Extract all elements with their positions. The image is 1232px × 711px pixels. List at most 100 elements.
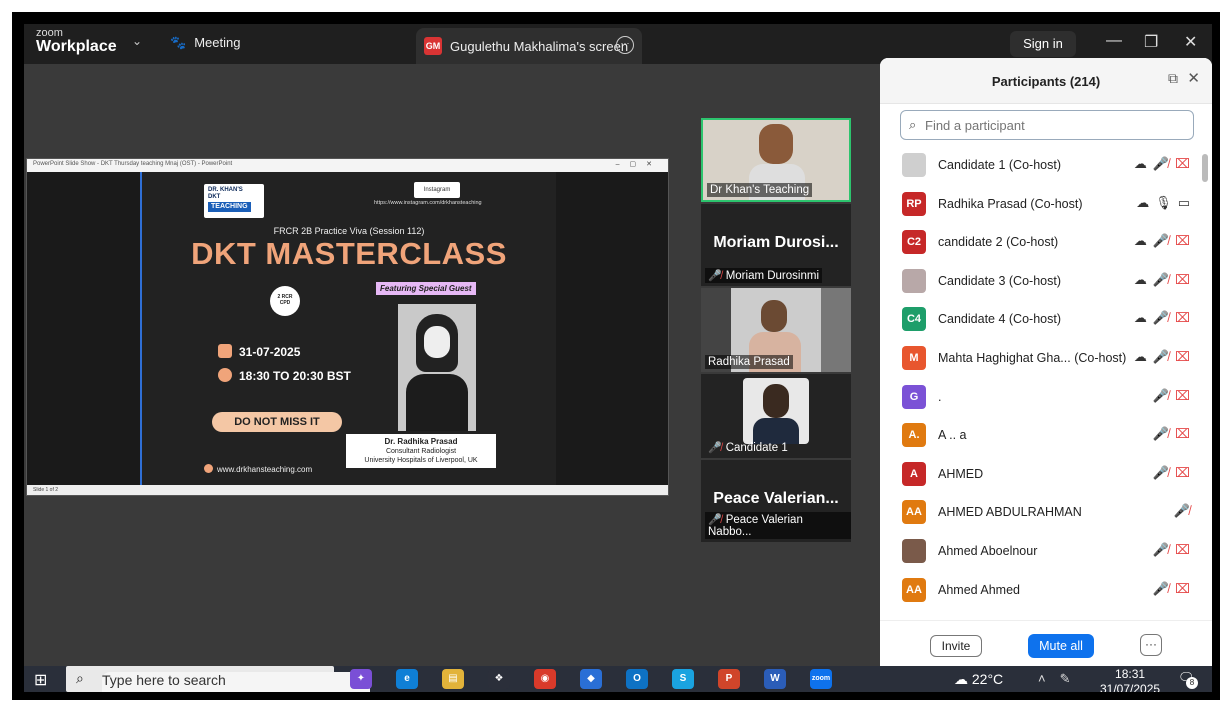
avatar: G <box>902 384 926 409</box>
cloud-icon: ☁ <box>1133 348 1147 364</box>
video-off-icon: ⌧ <box>1175 271 1190 287</box>
participant-status: ☁ 🎤̸ ⌧ <box>1128 310 1190 326</box>
zoom-app-icon[interactable]: zoom <box>810 669 832 689</box>
participants-header: Participants (214) ⧉ ✕ <box>880 58 1212 104</box>
video-off-icon: ⌧ <box>1175 387 1190 403</box>
participant-status: ☁ 🎤̸ ⌧ <box>1128 272 1190 288</box>
more-button[interactable]: ··· <box>1140 634 1162 656</box>
participant-name: Radhika Prasad (Co-host) <box>938 196 1083 211</box>
video-tile-candidate-1[interactable]: 🎤̸ Candidate 1 <box>701 374 851 458</box>
participant-status: ☁ 🎤̸ ⌧ <box>1128 233 1190 249</box>
share-screen-tab[interactable]: GM Gugulethu Makhalima's screen ··· <box>416 28 642 64</box>
participant-name: Candidate 1 (Co-host) <box>938 158 1061 172</box>
windows-start-icon[interactable]: ⊞ <box>34 670 47 690</box>
minimize-icon[interactable]: — <box>1106 32 1122 50</box>
video-tile-radhika[interactable]: Radhika Prasad <box>701 288 851 372</box>
mic-muted-icon: 🎤̸ <box>1173 503 1190 519</box>
taskbar-search[interactable]: ⌕ Type here to search <box>66 666 370 692</box>
participant-row[interactable]: Candidate 3 (Co-host) ☁ 🎤̸ ⌧ <box>880 262 1212 301</box>
close-icon[interactable]: ✕ <box>1184 32 1197 52</box>
video-tile-dr-khan[interactable]: Dr Khan's Teaching <box>701 118 851 202</box>
mic-muted-icon: 🎤̸ <box>1152 541 1170 557</box>
participant-row[interactable]: AA Ahmed Ahmed 🎤̸ ⌧ <box>880 571 1212 610</box>
avatar <box>902 538 926 563</box>
avatar: M <box>902 345 926 370</box>
search-input[interactable] <box>925 116 1185 134</box>
avatar: AA <box>902 500 926 525</box>
participant-row[interactable]: Ahmed Aboelnour 🎤̸ ⌧ <box>880 532 1212 571</box>
powerpoint-window-title: PowerPoint Slide Show - DKT Thursday tea… <box>33 161 233 167</box>
close-icon[interactable]: ✕ <box>1187 69 1200 87</box>
video-off-icon: ⌧ <box>1175 348 1190 364</box>
participants-panel: Participants (214) ⧉ ✕ ⌕ Candidate 1 (Co… <box>880 58 1212 676</box>
notification-icon[interactable]: 🗨 8 <box>1178 670 1198 689</box>
restore-icon[interactable]: ❐ <box>1144 32 1158 52</box>
more-options-icon[interactable]: ··· <box>616 36 634 54</box>
avatar: A. <box>902 423 926 448</box>
logo-dkt-text: DKT <box>208 193 221 200</box>
participant-row[interactable]: G. 🎤̸ ⌧ <box>880 378 1212 417</box>
edge-icon[interactable]: e <box>396 669 418 689</box>
logo-brand-text: TEACHING <box>208 202 251 212</box>
skype-icon[interactable]: S <box>672 669 694 689</box>
participant-status: ☁ 🎙 ▭ <box>1130 195 1190 211</box>
clock-icon <box>218 368 232 382</box>
tile-name: 🎤̸ Moriam Durosinmi <box>705 268 822 283</box>
participants-title: Participants (214) <box>991 74 1101 89</box>
chrome-icon[interactable]: ◉ <box>534 669 556 689</box>
video-tile-peace[interactable]: Peace Valerian... 🎤̸ Peace Valerian Nabbo… <box>701 460 851 542</box>
taskbar-clock[interactable]: 18:31 31/07/2025 <box>1100 667 1160 692</box>
cpd-line2: CPD <box>279 299 291 306</box>
participant-row[interactable]: M Mahta Haghighat Gha... (Co-host) ☁ 🎤̸ ⌧ <box>880 339 1212 378</box>
word-icon[interactable]: W <box>764 669 786 689</box>
file-explorer-icon[interactable]: ▤ <box>442 669 464 689</box>
temperature: 22°C <box>971 671 1004 687</box>
cloud-sun-icon: ☁ <box>954 671 972 687</box>
sign-in-button[interactable]: Sign in <box>1010 31 1076 57</box>
slide-title: DKT MASTERCLASS <box>191 236 507 271</box>
mic-icon: 🎙 <box>1155 194 1172 210</box>
participant-row[interactable]: C2 candidate 2 (Co-host) ☁ 🎤̸ ⌧ <box>880 223 1212 262</box>
powerpoint-icon[interactable]: P <box>718 669 740 689</box>
meeting-tab[interactable]: 🐾 Meeting <box>170 35 240 51</box>
avatar: RP <box>902 191 926 216</box>
participant-name: Ahmed Aboelnour <box>938 543 1038 558</box>
guest-tag: Featuring Special Guest <box>376 282 476 295</box>
dropbox-icon[interactable]: ❖ <box>488 669 510 689</box>
share-tab-label: Gugulethu Makhalima's screen <box>450 39 629 54</box>
participant-status: ☁ 🎤̸ ⌧ <box>1128 349 1190 365</box>
microsoft-365-icon[interactable]: ◆ <box>580 669 602 689</box>
guest-org: University Hospitals of Liverpool, UK <box>364 456 478 464</box>
video-tile-moriam[interactable]: Moriam Durosi... 🎤̸ Moriam Durosinmi <box>701 204 851 286</box>
shared-powerpoint-window[interactable]: PowerPoint Slide Show - DKT Thursday tea… <box>26 158 669 496</box>
participant-row[interactable]: C4 Candidate 4 (Co-host) ☁ 🎤̸ ⌧ <box>880 300 1212 339</box>
participant-status: 🎤̸ ⌧ <box>1147 581 1190 597</box>
participant-search[interactable]: ⌕ <box>900 110 1194 140</box>
invite-button[interactable]: Invite <box>930 635 982 657</box>
mute-all-button[interactable]: Mute all <box>1028 634 1094 658</box>
search-icon: ⌕ <box>76 670 84 686</box>
avatar <box>902 268 926 293</box>
participant-name: candidate 2 (Co-host) <box>938 235 1059 250</box>
tile-name: 🎤̸ Peace Valerian Nabbo... <box>705 512 851 539</box>
system-tray[interactable]: ˄✎ <box>1038 671 1084 687</box>
dkt-logo: DR. KHAN'S DKT TEACHING <box>204 184 264 218</box>
copilot-icon[interactable]: ✦ <box>350 669 372 689</box>
participant-row[interactable]: A. A .. a 🎤̸ ⌧ <box>880 416 1212 455</box>
weather-widget[interactable]: ☁ 22°C <box>954 671 1003 688</box>
participant-row[interactable]: Candidate 1 (Co-host) ☁ 🎤̸ ⌧ <box>880 146 1212 185</box>
avatar: C4 <box>902 307 926 332</box>
do-not-miss-banner: DO NOT MISS IT <box>212 412 342 432</box>
participant-status: 🎤̸ ⌧ <box>1147 426 1190 442</box>
participant-row[interactable]: RP Radhika Prasad (Co-host) ☁ 🎙 ▭ <box>880 185 1212 224</box>
participant-row[interactable]: A AHMED 🎤̸ ⌧ <box>880 455 1212 494</box>
cloud-icon: ☁ <box>1133 156 1147 171</box>
video-off-icon: ⌧ <box>1175 310 1190 326</box>
pop-out-icon[interactable]: ⧉ <box>1168 70 1178 87</box>
participant-row[interactable]: AA AHMED ABDULRAHMAN 🎤̸ <box>880 493 1212 532</box>
cloud-icon: ☁ <box>1133 271 1147 287</box>
chevron-down-icon[interactable]: ⌄ <box>132 34 142 48</box>
outlook-icon[interactable]: O <box>626 669 648 689</box>
mic-muted-icon: 🎤̸ <box>1152 233 1170 249</box>
mic-muted-icon: 🎤̸ <box>1152 426 1170 442</box>
